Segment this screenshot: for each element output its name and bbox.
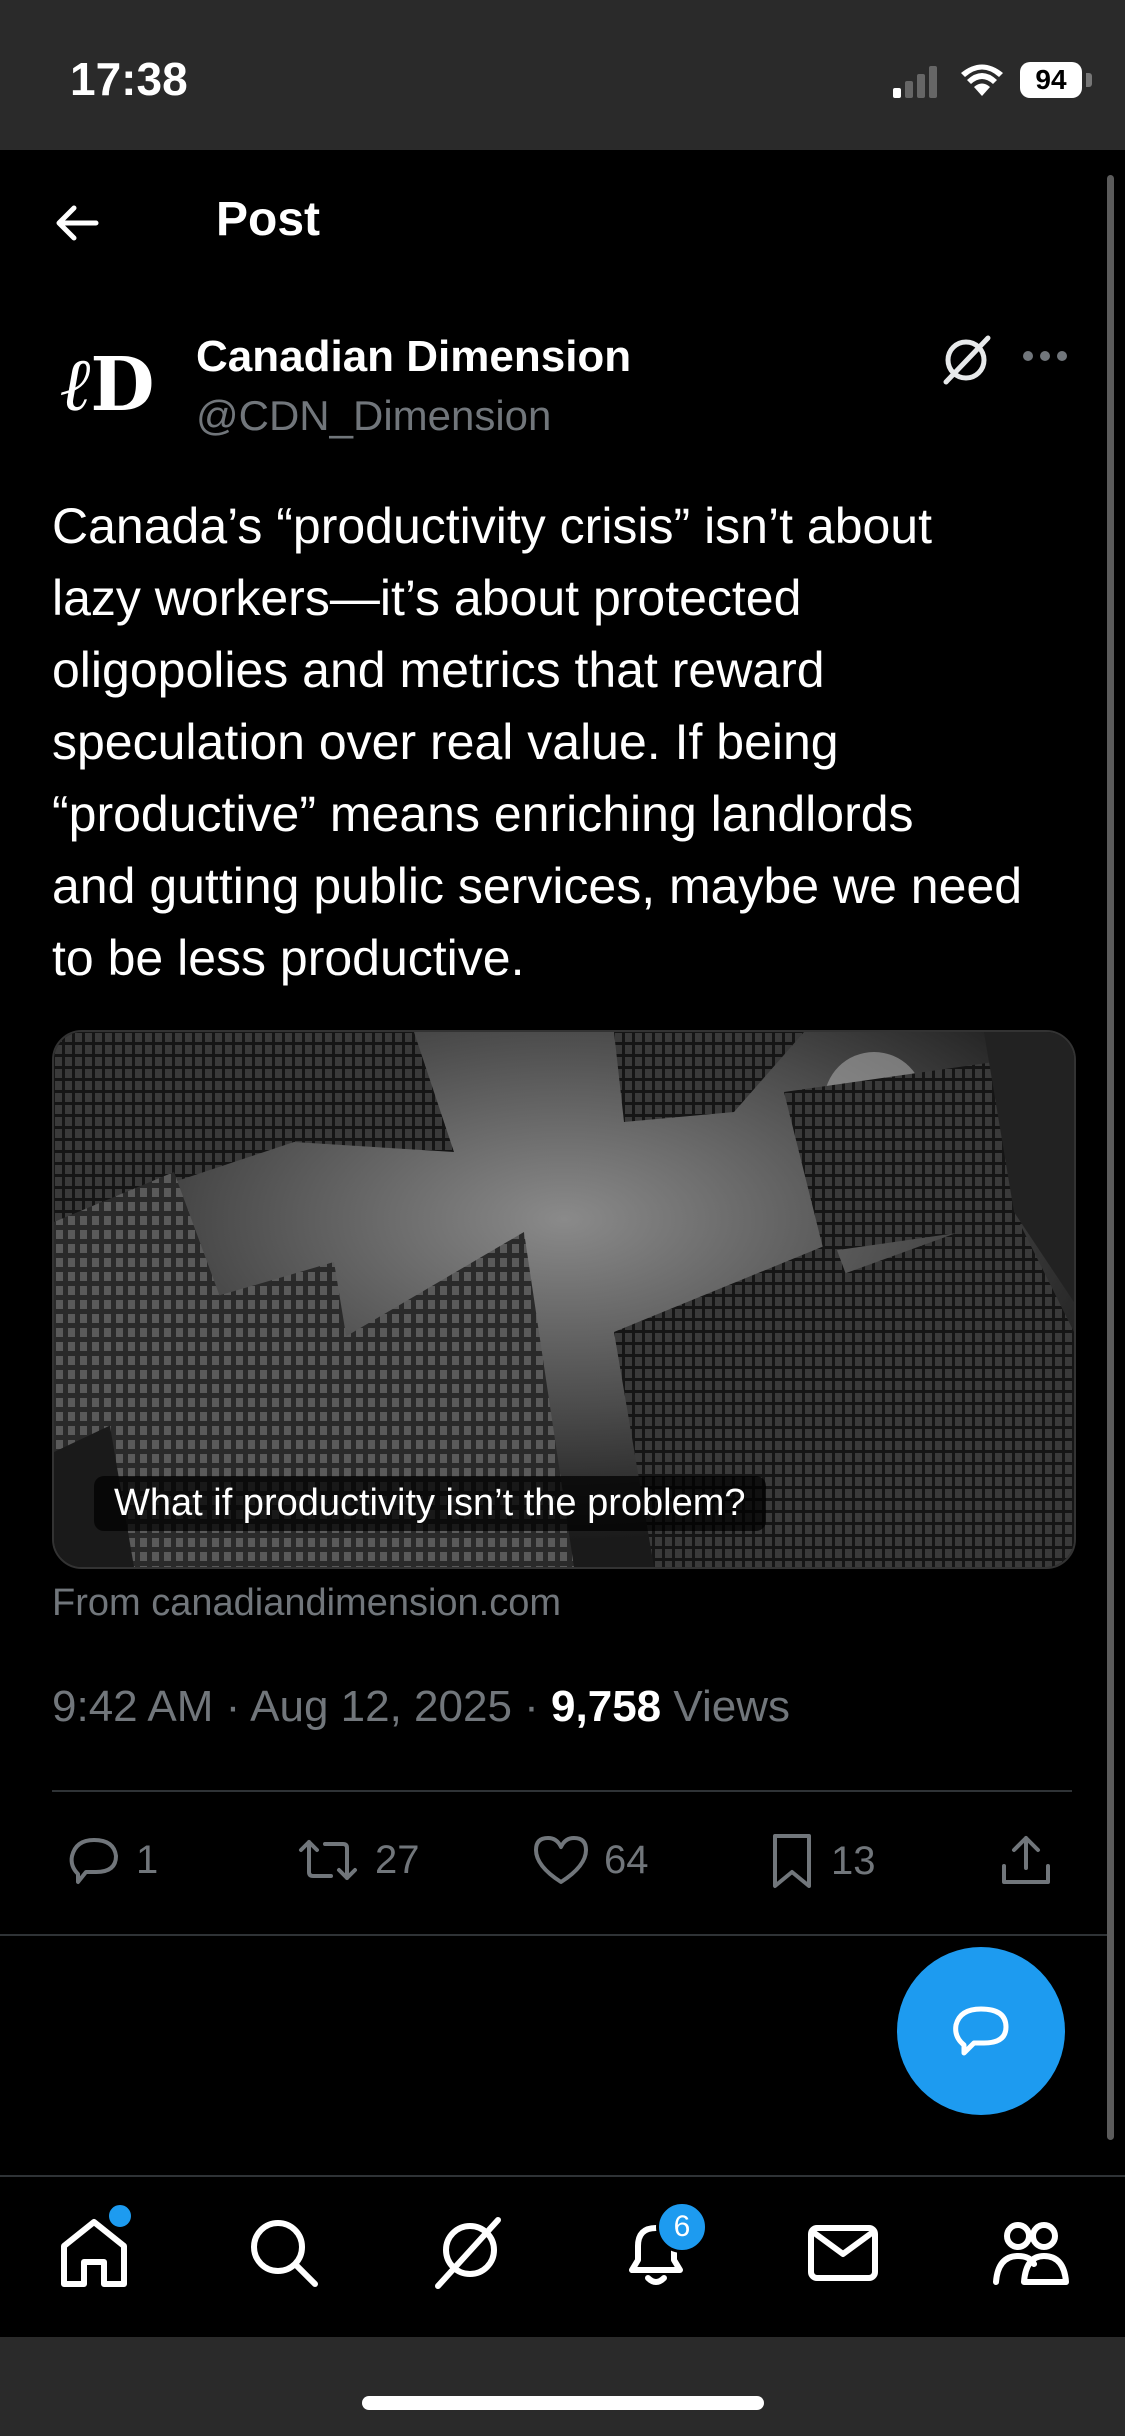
meta-separator: · (524, 1682, 539, 1731)
post-time: 9:42 AM (52, 1682, 214, 1731)
wifi-icon (961, 64, 1003, 96)
card-source[interactable]: From canadiandimension.com (52, 1582, 561, 1625)
communities-icon[interactable] (990, 2212, 1070, 2292)
avatar[interactable]: ℓD (52, 330, 162, 440)
home-indicator[interactable] (362, 2396, 764, 2410)
reply-button[interactable]: 1 (64, 1830, 158, 1890)
grok-nav-icon[interactable] (428, 2212, 508, 2292)
post-text: Canada’s “productivity crisis” isn’t abo… (52, 498, 1023, 986)
card-caption: What if productivity isn’t the problem? (94, 1476, 766, 1531)
status-time: 17:38 (70, 53, 188, 105)
page-title: Post (216, 193, 321, 246)
author-handle[interactable]: @CDN_Dimension (196, 392, 551, 440)
like-button[interactable]: 64 (530, 1830, 649, 1890)
bookmark-icon (773, 1834, 811, 1888)
repost-button[interactable]: 27 (293, 1830, 420, 1890)
compose-reply-button[interactable] (897, 1947, 1065, 2115)
divider (52, 1790, 1072, 1792)
search-icon[interactable] (243, 2212, 323, 2292)
battery-level: 94 (1020, 62, 1082, 98)
home-unread-dot (106, 2202, 134, 2230)
author-name[interactable]: Canadian Dimension (196, 332, 631, 382)
bookmark-count: 13 (831, 1838, 876, 1883)
share-button[interactable] (996, 1830, 1068, 1890)
views-label: Views (673, 1682, 790, 1731)
post-date: Aug 12, 2025 (250, 1682, 512, 1731)
like-count: 64 (604, 1837, 649, 1882)
heart-icon (534, 1836, 588, 1884)
messages-icon[interactable] (803, 2212, 883, 2292)
home-indicator-area (0, 2337, 1125, 2436)
cellular-signal-icon (893, 66, 937, 98)
bookmark-button[interactable]: 13 (765, 1830, 876, 1892)
back-arrow-icon[interactable] (52, 198, 102, 248)
views-count: 9,758 (551, 1682, 662, 1731)
more-options-icon[interactable] (1022, 350, 1068, 362)
reply-count: 1 (136, 1837, 159, 1882)
scrollbar[interactable] (1107, 175, 1114, 2140)
divider (0, 1934, 1110, 1936)
link-card[interactable]: What if productivity isn’t the problem? (52, 1030, 1076, 1569)
post-meta: 9:42 AM · Aug 12, 2025 · 9,758 Views (52, 1682, 790, 1732)
repost-icon (299, 1840, 357, 1880)
reply-icon (69, 1838, 118, 1884)
reply-bubble-icon (953, 2006, 1009, 2056)
notifications-badge: 6 (656, 2201, 708, 2253)
grok-icon[interactable] (938, 332, 994, 388)
battery-tip (1086, 73, 1092, 87)
repost-count: 27 (375, 1837, 420, 1882)
meta-separator: · (225, 1682, 241, 1731)
bottom-nav (0, 2175, 1125, 2337)
status-bar: 17:38 94 (0, 0, 1125, 150)
share-icon (1002, 1836, 1050, 1884)
